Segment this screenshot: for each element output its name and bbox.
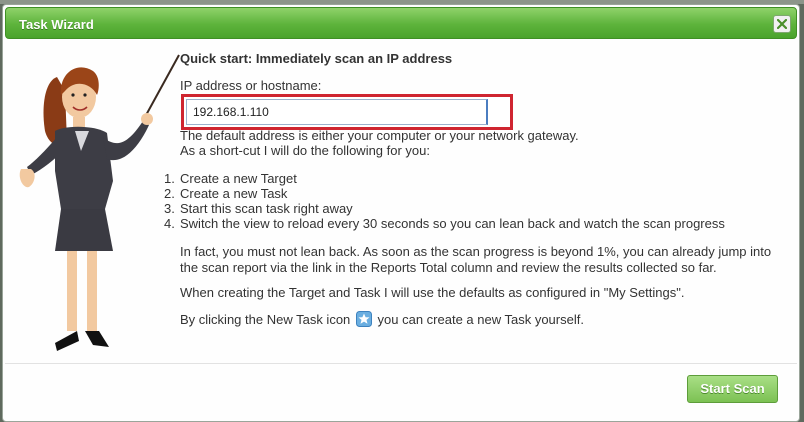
new-task-note: By clicking the New Task icon you can cr… <box>180 311 584 327</box>
default-address-note: The default address is either your compu… <box>180 128 579 143</box>
lean-back-paragraph: In fact, you must not lean back. As soon… <box>180 244 790 276</box>
dialog-titlebar[interactable]: Task Wizard <box>5 7 797 39</box>
step-text: Create a new Task <box>180 186 288 201</box>
new-task-note-before: By clicking the New Task icon <box>180 312 351 327</box>
new-task-star-icon[interactable] <box>355 311 372 327</box>
task-wizard-dialog: Task Wizard Quick start: Immediately sca… <box>2 4 800 422</box>
dialog-title: Task Wizard <box>19 17 94 32</box>
list-item: 4. Switch the view to reload every 30 sec… <box>164 216 725 231</box>
close-icon[interactable] <box>773 15 791 33</box>
lean-back-line-2: the scan report via the link in the Repo… <box>180 260 717 275</box>
list-item: 3. Start this scan task right away <box>164 201 725 216</box>
ip-field-label: IP address or hostname: <box>180 78 322 93</box>
list-item: 1. Create a new Target <box>164 171 725 186</box>
step-text: Create a new Target <box>180 171 297 186</box>
lean-back-line-1: In fact, you must not lean back. As soon… <box>180 244 772 259</box>
footer-divider <box>5 363 797 364</box>
step-number: 1. <box>164 171 175 186</box>
step-number: 4. <box>164 216 175 231</box>
presenter-woman-illustration <box>19 54 180 351</box>
wizard-heading: Quick start: Immediately scan an IP addr… <box>180 51 453 66</box>
defaults-note: When creating the Target and Task I will… <box>180 285 685 300</box>
step-number: 3. <box>164 201 175 216</box>
step-text: Start this scan task right away <box>180 201 353 216</box>
steps-list: 1. Create a new Target 2. Create a new Tas… <box>164 171 725 231</box>
list-item: 2. Create a new Task <box>164 186 725 201</box>
step-number: 2. <box>164 186 175 201</box>
ip-address-input[interactable] <box>186 99 488 125</box>
new-task-note-after: you can create a new Task yourself. <box>377 312 584 327</box>
start-scan-button[interactable]: Start Scan <box>687 375 778 403</box>
shortcut-note: As a short-cut I will do the following f… <box>180 143 431 158</box>
ip-field-highlight <box>181 94 513 130</box>
step-text: Switch the view to reload every 30 secon… <box>180 216 725 231</box>
